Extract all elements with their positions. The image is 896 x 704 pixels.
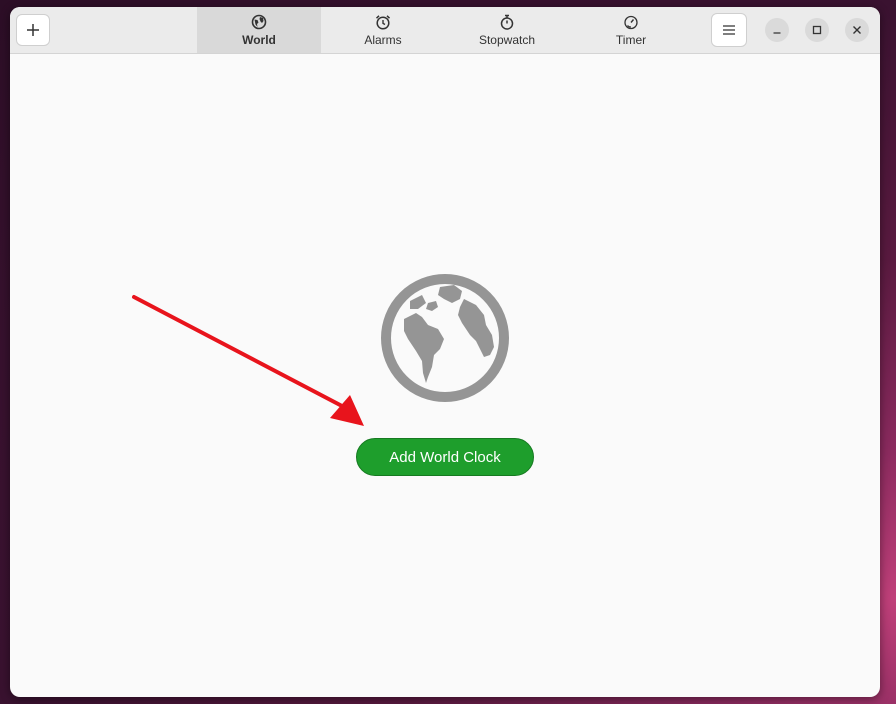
- hamburger-menu-icon: [723, 25, 735, 35]
- timer-icon: [624, 15, 638, 29]
- tab-alarms-label: Alarms: [364, 32, 402, 47]
- add-world-clock-button[interactable]: Add World Clock: [356, 438, 534, 476]
- tab-stopwatch[interactable]: Stopwatch: [445, 7, 569, 53]
- tab-alarms[interactable]: Alarms: [321, 7, 445, 53]
- tab-world-label: World: [242, 32, 276, 47]
- add-world-clock-label: Add World Clock: [389, 448, 501, 466]
- maximize-button[interactable]: [805, 18, 829, 42]
- tab-world[interactable]: World: [197, 7, 321, 53]
- minimize-icon: [773, 32, 781, 34]
- alarm-clock-icon: [375, 14, 391, 30]
- maximize-icon: [812, 25, 822, 35]
- tab-timer-label: Timer: [615, 32, 647, 47]
- stopwatch-icon: [500, 14, 514, 30]
- add-button[interactable]: [16, 14, 50, 46]
- clocks-window: World Alarms Stopwatch Timer Add World C…: [10, 7, 880, 697]
- close-icon: [853, 26, 861, 34]
- close-button[interactable]: [845, 18, 869, 42]
- minimize-button[interactable]: [765, 18, 789, 42]
- header-bar: World Alarms Stopwatch Timer: [10, 7, 880, 54]
- globe-icon: [251, 14, 267, 29]
- empty-state-globe-icon: [380, 273, 510, 403]
- tab-timer[interactable]: Timer: [569, 7, 693, 53]
- plus-icon: [27, 24, 39, 36]
- main-menu-button[interactable]: [711, 13, 747, 47]
- tab-stopwatch-label: Stopwatch: [478, 32, 536, 47]
